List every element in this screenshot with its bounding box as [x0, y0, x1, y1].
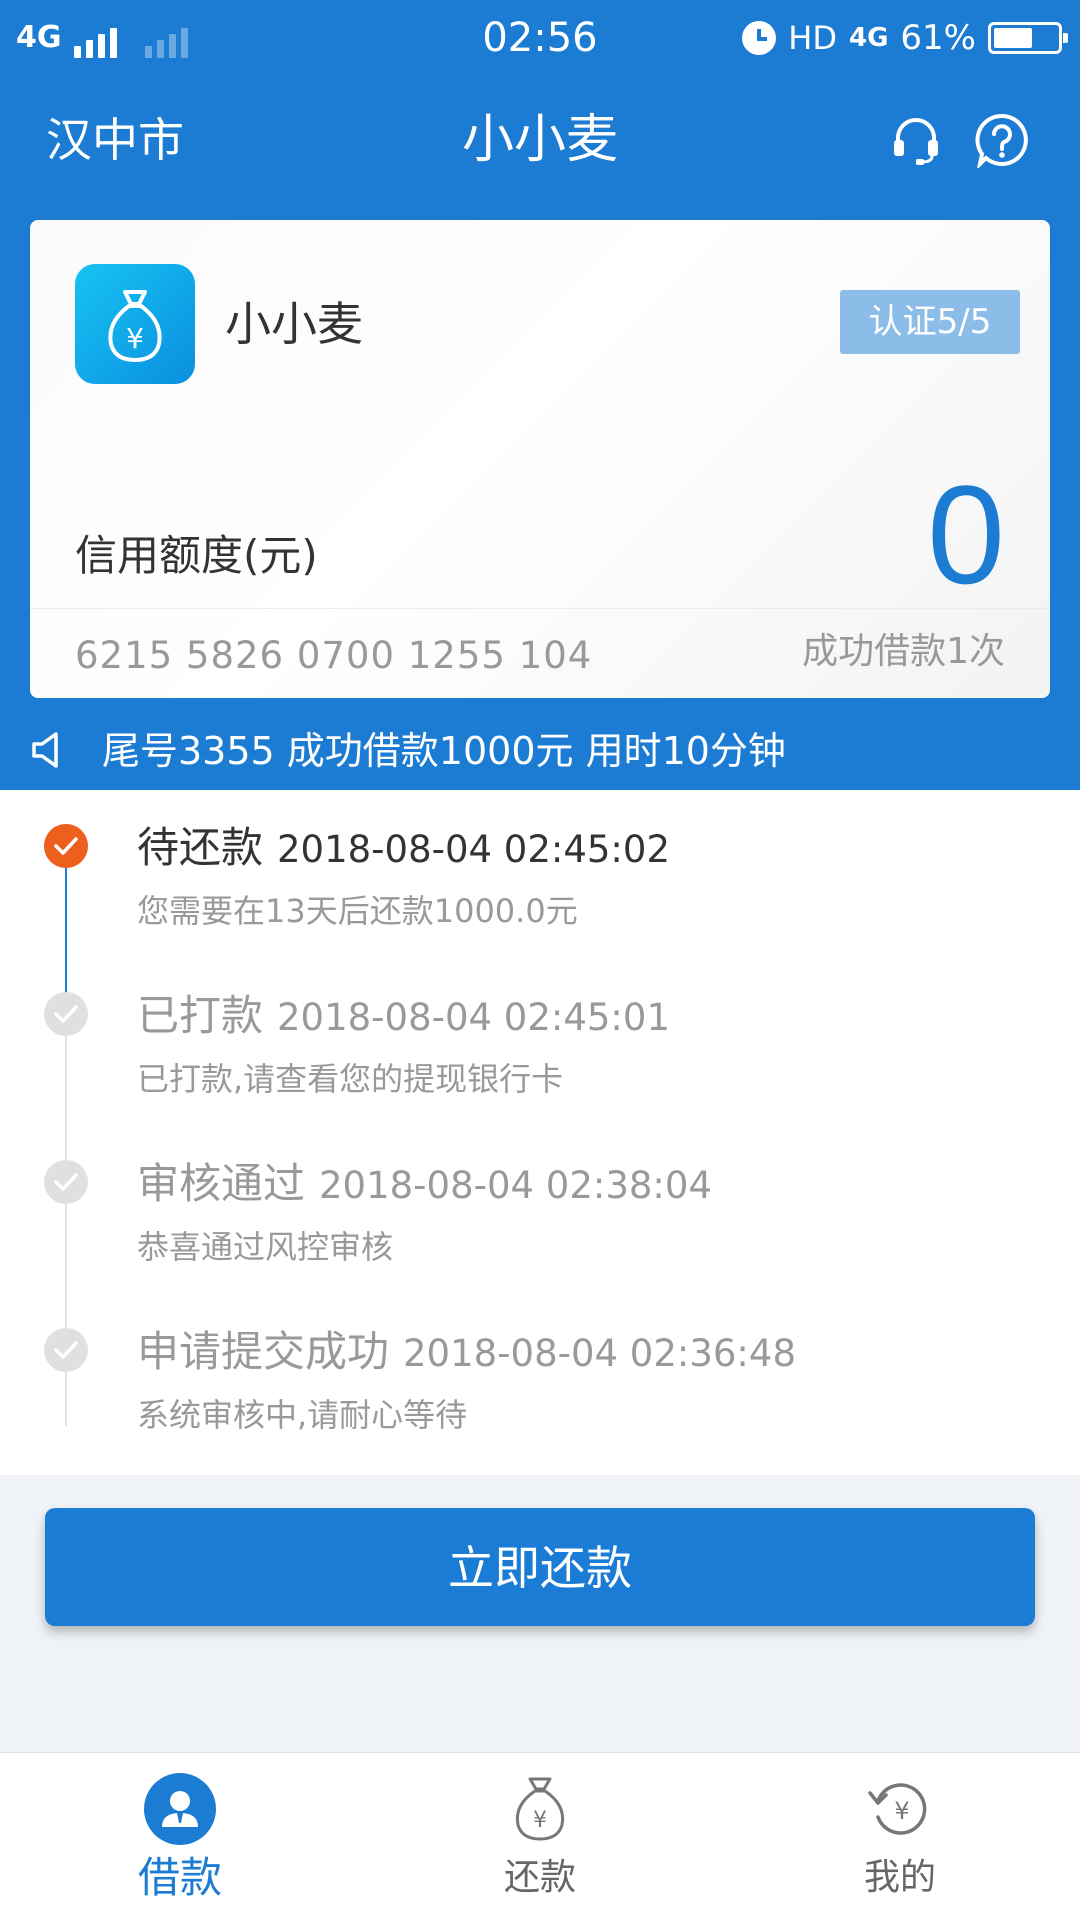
credit-card-panel: ¥ 小小麦 认证5/5 信用额度(元) 0 6215 5826 0700 125…	[30, 220, 1050, 698]
timeline-item: 审核通过 2018-08-04 02:38:04 恭喜通过风控审核	[0, 1126, 1080, 1294]
loan-status-timeline: 待还款 2018-08-04 02:45:02 您需要在13天后还款1000.0元…	[0, 790, 1080, 1475]
certification-badge[interactable]: 认证5/5	[840, 290, 1020, 354]
timeline-status: 审核通过	[137, 1159, 306, 1208]
credit-limit-value: 0	[927, 456, 1005, 613]
timeline-status: 已打款	[137, 991, 264, 1040]
help-button[interactable]	[974, 112, 1030, 168]
timeline-item: 待还款 2018-08-04 02:45:02 您需要在13天后还款1000.0元	[0, 790, 1080, 958]
refresh-yen-icon: ¥	[868, 1783, 927, 1835]
question-icon	[975, 113, 1028, 168]
svg-text:¥: ¥	[126, 322, 144, 355]
battery-percent: 61%	[900, 18, 976, 58]
timeline-item: 申请提交成功 2018-08-04 02:36:48 系统审核中,请耐心等待	[0, 1294, 1080, 1462]
tab-label: 我的	[863, 1857, 936, 1898]
success-loan-count: 成功借款1次	[802, 631, 1005, 672]
tab-borrow[interactable]: 借款	[0, 1753, 360, 1920]
repay-now-button[interactable]: 立即还款	[45, 1508, 1035, 1626]
nav-bar: 汉中市 小小麦	[0, 90, 1080, 190]
timeline-desc: 恭喜通过风控审核	[137, 1228, 394, 1266]
credit-limit-label: 信用额度(元)	[75, 531, 318, 580]
timeline-time: 2018-08-04 02:45:02	[277, 828, 670, 871]
network-type-2: 4G	[848, 23, 889, 53]
battery-icon	[988, 22, 1068, 54]
bottom-nav: 借款 ¥ 还款 ¥ 我的	[0, 1752, 1080, 1920]
headset-icon	[894, 118, 938, 165]
tab-label: 借款	[137, 1853, 222, 1902]
check-icon	[44, 1328, 88, 1372]
app-logo: ¥	[75, 264, 195, 384]
check-icon	[44, 992, 88, 1036]
status-bar: 4G 02:56 HD 4G 61%	[0, 0, 1080, 76]
tab-mine[interactable]: ¥ 我的	[720, 1753, 1080, 1920]
check-icon	[44, 824, 88, 868]
speaker-icon	[32, 732, 58, 768]
timeline-title: 待还款 2018-08-04 02:45:02	[137, 822, 670, 876]
tab-repay[interactable]: ¥ 还款	[360, 1753, 720, 1920]
timeline-title: 审核通过 2018-08-04 02:38:04	[137, 1158, 712, 1212]
timeline-title: 已打款 2018-08-04 02:45:01	[137, 990, 670, 1044]
check-icon	[44, 1160, 88, 1204]
hd-indicator: HD	[788, 19, 837, 57]
tab-label: 还款	[503, 1857, 576, 1898]
card-app-name: 小小麦	[225, 297, 363, 351]
timeline-time: 2018-08-04 02:36:48	[403, 1332, 796, 1375]
money-bag-icon: ¥	[108, 290, 162, 362]
alarm-icon	[742, 21, 777, 55]
notice-bar: 尾号3355 成功借款1000元 用时10分钟	[0, 718, 1080, 784]
timeline-status: 申请提交成功	[137, 1327, 390, 1376]
timeline-status: 待还款	[137, 823, 264, 872]
notice-text: 尾号3355 成功借款1000元 用时10分钟	[102, 729, 786, 773]
app-root: 4G 02:56 HD 4G 61% 汉中市 小小麦 ¥ 小小麦 认证5/5 信…	[0, 0, 1080, 1920]
money-bag-icon: ¥	[515, 1777, 565, 1841]
svg-text:¥: ¥	[894, 1797, 909, 1825]
card-footer: 6215 5826 0700 1255 104 成功借款1次	[30, 608, 1050, 698]
user-badge-icon	[144, 1773, 216, 1845]
timeline-time: 2018-08-04 02:45:01	[277, 996, 670, 1039]
timeline-time: 2018-08-04 02:38:04	[319, 1164, 712, 1207]
status-right: HD 4G 61%	[742, 16, 1068, 60]
timeline-desc: 系统审核中,请耐心等待	[137, 1396, 468, 1434]
bank-card-number: 6215 5826 0700 1255 104	[75, 634, 593, 677]
timeline-desc: 您需要在13天后还款1000.0元	[137, 892, 578, 930]
customer-service-button[interactable]	[888, 112, 944, 168]
timeline-desc: 已打款,请查看您的提现银行卡	[137, 1060, 564, 1098]
svg-text:¥: ¥	[533, 1808, 547, 1833]
timeline-title: 申请提交成功 2018-08-04 02:36:48	[137, 1326, 796, 1380]
nav-actions	[888, 112, 1030, 168]
timeline-item: 已打款 2018-08-04 02:45:01 已打款,请查看您的提现银行卡	[0, 958, 1080, 1126]
